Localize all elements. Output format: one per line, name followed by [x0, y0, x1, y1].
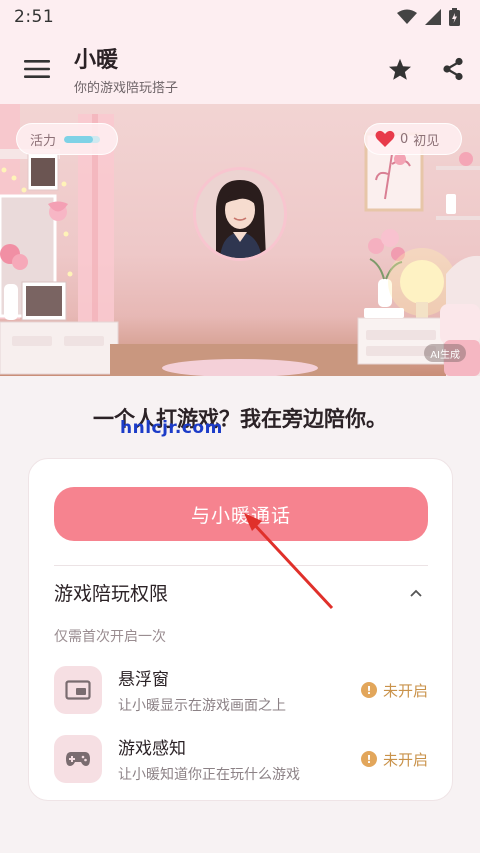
- vitality-label: 活力: [30, 133, 57, 149]
- permission-item-floating-window[interactable]: 悬浮窗 让小暖显示在游戏画面之上 ! 未开启: [54, 664, 428, 716]
- battery-icon: [449, 8, 460, 26]
- status-bar: 2:51: [0, 0, 480, 34]
- cellular-signal-icon: [425, 9, 441, 25]
- call-card: 与小暖通话 游戏陪玩权限 仅需首次开启一次 悬浮窗 让小暖显示在游戏画面之上 !…: [28, 458, 453, 801]
- affinity-count: 0: [400, 131, 409, 147]
- favorite-button[interactable]: [383, 52, 417, 86]
- vitality-bar-fill: [64, 135, 93, 143]
- room-scene: 活力 0 初见 AI生成: [0, 104, 480, 376]
- watermark: hnlcjr.com: [120, 418, 223, 438]
- character-avatar[interactable]: [193, 167, 287, 261]
- affinity-badge[interactable]: 0 初见: [364, 123, 462, 155]
- heart-icon: [375, 130, 395, 147]
- permission-status: ! 未开启: [360, 749, 428, 770]
- divider: [54, 565, 428, 566]
- status-time: 2:51: [14, 7, 55, 27]
- permission-item-game-awareness[interactable]: 游戏感知 让小暖知道你正在玩什么游戏 ! 未开启: [54, 733, 428, 785]
- star-icon: [389, 58, 411, 80]
- vitality-bar: [64, 135, 101, 143]
- permissions-header[interactable]: 游戏陪玩权限: [54, 579, 428, 606]
- menu-button[interactable]: [0, 34, 74, 104]
- status-icons: [397, 8, 460, 26]
- permission-status: ! 未开启: [360, 680, 428, 701]
- ai-generated-badge: AI生成: [424, 344, 466, 362]
- character-portrait: [196, 170, 284, 258]
- permissions-title: 游戏陪玩权限: [54, 583, 169, 605]
- warning-icon: !: [360, 751, 377, 767]
- permissions-note: 仅需首次开启一次: [54, 629, 166, 645]
- hamburger-menu-icon: [24, 60, 50, 78]
- wifi-icon: [397, 9, 417, 24]
- permission-status-label: 未开启: [382, 681, 428, 700]
- affinity-level-label: 初见: [413, 133, 440, 149]
- picture-in-picture-icon: [54, 666, 102, 714]
- share-button[interactable]: [436, 52, 470, 86]
- permission-description: 让小暖知道你正在玩什么游戏: [118, 767, 300, 783]
- share-icon: [443, 57, 463, 81]
- app-title: 小暖: [74, 48, 119, 73]
- title-block: 小暖 你的游戏陪玩搭子: [74, 42, 178, 96]
- gamepad-icon: [54, 735, 102, 783]
- app-bar: 小暖 你的游戏陪玩搭子: [0, 34, 480, 104]
- chevron-up-icon[interactable]: [410, 589, 422, 597]
- vitality-meter: 活力: [16, 123, 118, 155]
- permission-status-label: 未开启: [382, 750, 428, 769]
- permission-name: 悬浮窗: [118, 670, 169, 690]
- permission-name: 游戏感知: [118, 739, 186, 759]
- app-subtitle: 你的游戏陪玩搭子: [74, 81, 179, 96]
- call-button[interactable]: 与小暖通话: [54, 487, 428, 541]
- permission-description: 让小暖显示在游戏画面之上: [118, 698, 286, 714]
- tagline: 一个人打游戏？我在旁边陪你。: [93, 407, 387, 431]
- warning-icon: !: [360, 682, 377, 698]
